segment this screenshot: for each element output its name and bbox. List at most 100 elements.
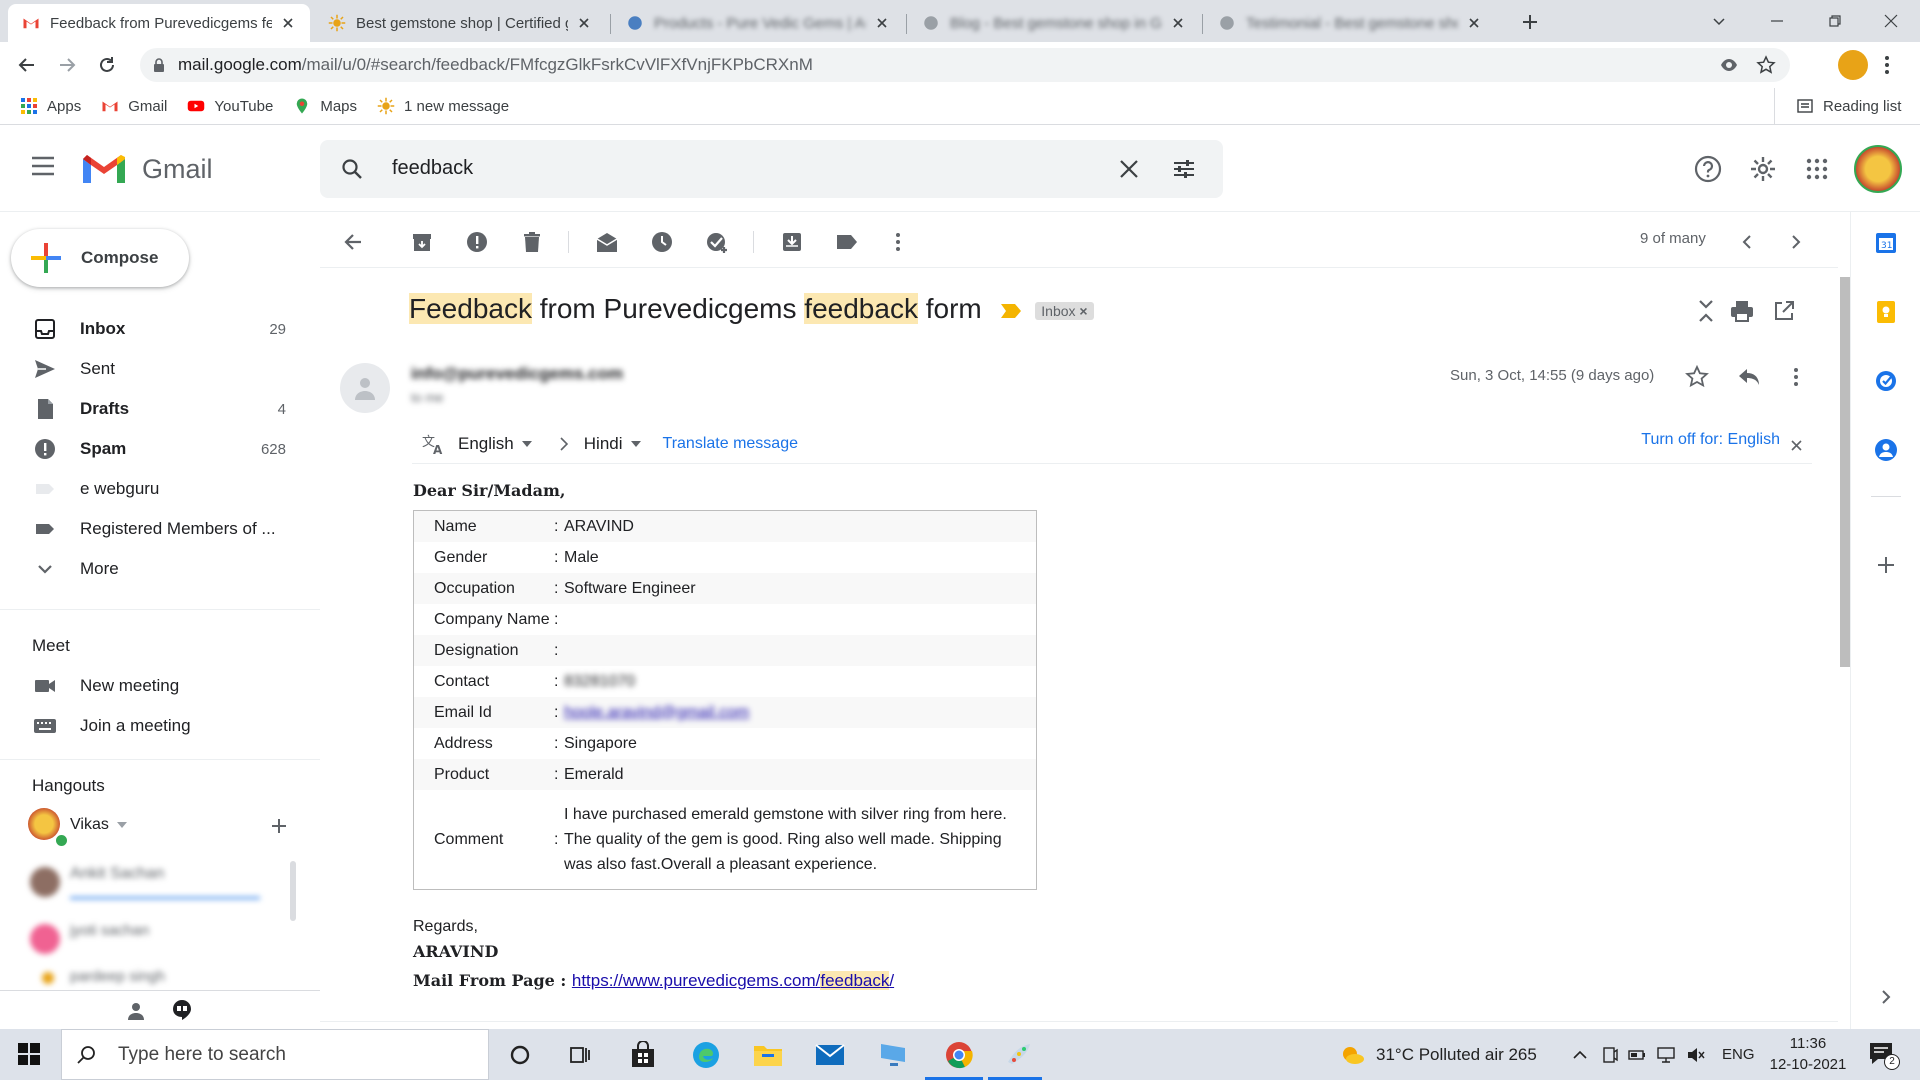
snooze-button[interactable] [646, 226, 678, 258]
sender-avatar[interactable] [340, 363, 390, 413]
delete-button[interactable] [516, 226, 548, 258]
hangouts-contact-2[interactable]: jyoti sachan [24, 916, 300, 966]
bookmark-youtube[interactable]: YouTube [187, 97, 273, 115]
sender-email[interactable]: info@purevedicgems.com [411, 364, 623, 384]
browser-tab-testimonial[interactable]: Testimonial - Best gemstone sho [1204, 4, 1496, 42]
close-tab-icon[interactable] [874, 15, 890, 31]
tasks-icon[interactable] [1874, 369, 1898, 393]
importance-marker-icon[interactable] [1000, 303, 1022, 319]
back-button[interactable] [13, 51, 41, 79]
bookmark-gmail[interactable]: Gmail [101, 97, 167, 115]
sidebar-item-more[interactable]: More [0, 549, 300, 589]
browser-tab-products[interactable]: Products - Pure Vedic Gems | Au [612, 4, 904, 42]
taskbar-search-box[interactable]: Type here to search [61, 1029, 489, 1080]
report-spam-button[interactable] [461, 226, 493, 258]
volume-muted-icon[interactable] [1686, 1047, 1706, 1063]
mail-search-bar[interactable]: feedback [320, 140, 1223, 198]
file-explorer-app[interactable] [750, 1037, 786, 1073]
search-icon[interactable] [340, 157, 364, 181]
sidebar-item-inbox[interactable]: Inbox 29 [0, 309, 300, 349]
keep-notes-icon[interactable] [1874, 300, 1898, 324]
google-apps-icon[interactable] [1805, 157, 1829, 181]
close-tab-icon[interactable] [1170, 15, 1186, 31]
add-contact-icon[interactable] [270, 817, 288, 835]
close-icon[interactable] [1791, 440, 1802, 451]
edge-browser-app[interactable] [688, 1037, 724, 1073]
bookmark-star-icon[interactable] [1756, 55, 1776, 75]
hangouts-scrollbar[interactable] [290, 861, 296, 921]
taskbar-clock[interactable]: 11:36 12-10-2021 [1758, 1033, 1858, 1075]
chevron-up-icon[interactable] [1572, 1050, 1588, 1060]
task-view-button[interactable] [562, 1037, 598, 1073]
browser-tab-gmail[interactable]: Feedback from Purevedicgems fe [8, 4, 310, 42]
browser-tab-blog[interactable]: Blog - Best gemstone shop in Gr [908, 4, 1200, 42]
older-button[interactable] [1780, 226, 1812, 258]
bookmark-maps[interactable]: Maps [293, 97, 357, 115]
clear-search-icon[interactable] [1118, 158, 1140, 180]
account-avatar[interactable] [1854, 145, 1902, 193]
join-meeting-button[interactable]: Join a meeting [0, 706, 300, 746]
sidebar-item-registered-members[interactable]: Registered Members of ... [0, 509, 300, 549]
hangouts-quote-icon[interactable] [172, 999, 192, 1021]
mail-from-link[interactable]: https://www.purevedicgems.com/feedback/ [572, 971, 894, 990]
get-addons-plus-icon[interactable] [1876, 555, 1896, 575]
main-menu-button[interactable] [30, 155, 56, 177]
message-scrollbar-thumb[interactable] [1840, 277, 1850, 667]
close-tab-icon[interactable] [280, 15, 296, 31]
close-window-button[interactable] [1862, 0, 1920, 42]
hangouts-user-menu[interactable]: Vikas [70, 816, 127, 834]
collapse-all-icon[interactable] [1695, 299, 1717, 323]
notification-center-button[interactable]: 2 [1868, 1041, 1900, 1070]
hangouts-contact-1[interactable]: Ankit Sachan [24, 861, 300, 921]
settings-gear-icon[interactable] [1749, 155, 1777, 183]
sidebar-item-drafts[interactable]: Drafts 4 [0, 389, 300, 429]
remote-desktop-app[interactable] [875, 1037, 911, 1073]
gmail-logo[interactable]: Gmail [80, 151, 213, 187]
sidebar-item-spam[interactable]: Spam 628 [0, 429, 300, 469]
search-options-icon[interactable] [1172, 157, 1196, 181]
new-meeting-button[interactable]: New meeting [0, 666, 300, 706]
more-vertical-icon[interactable] [1793, 367, 1799, 387]
newer-button[interactable] [1731, 226, 1763, 258]
close-tab-icon[interactable] [576, 15, 592, 31]
bookmark-apps[interactable]: Apps [20, 97, 81, 115]
target-language-select[interactable]: Hindi [584, 434, 641, 454]
minimize-button[interactable] [1748, 0, 1806, 42]
network-icon[interactable] [1656, 1046, 1676, 1063]
back-to-search-button[interactable] [337, 226, 369, 258]
sidebar-item-sent[interactable]: Sent [0, 349, 300, 389]
calendar-icon[interactable]: 31 [1874, 231, 1898, 255]
translate-message-link[interactable]: Translate message [663, 435, 798, 453]
bookmark-new-message[interactable]: 1 new message [377, 97, 509, 115]
add-to-tasks-button[interactable] [701, 226, 733, 258]
new-tab-button[interactable] [1518, 10, 1542, 34]
reading-list-button[interactable]: Reading list [1796, 97, 1901, 115]
sidebar-item-e-webguru[interactable]: e webguru [0, 469, 300, 509]
labels-button[interactable] [831, 226, 863, 258]
move-to-button[interactable] [776, 226, 808, 258]
start-button[interactable] [18, 1043, 40, 1065]
mail-app[interactable] [812, 1037, 848, 1073]
reload-button[interactable] [93, 51, 121, 79]
reply-icon[interactable] [1737, 367, 1761, 387]
source-language-select[interactable]: English [458, 434, 532, 454]
browser-tab-gemstone-shop[interactable]: Best gemstone shop | Certified g [314, 4, 606, 42]
tab-search-button[interactable] [1690, 0, 1748, 42]
contacts-icon[interactable] [1874, 438, 1898, 462]
turn-off-translation-link[interactable]: Turn off for: English [1641, 431, 1780, 449]
address-bar[interactable]: mail.google.com/mail/u/0/#search/feedbac… [140, 48, 1790, 82]
star-icon[interactable] [1685, 365, 1709, 389]
weather-widget[interactable]: 31°C Polluted air 265 [1338, 1029, 1537, 1080]
profile-avatar[interactable] [1838, 50, 1868, 80]
recipient-line[interactable]: to me [411, 390, 444, 405]
restore-button[interactable] [1806, 0, 1864, 42]
mark-unread-button[interactable] [591, 226, 623, 258]
compose-button[interactable]: Compose [11, 229, 189, 287]
close-tab-icon[interactable] [1466, 15, 1482, 31]
battery-icon[interactable] [1628, 1048, 1646, 1062]
search-input[interactable]: feedback [392, 157, 473, 180]
meet-now-icon[interactable] [1602, 1046, 1618, 1064]
open-in-new-window-icon[interactable] [1773, 300, 1795, 322]
remove-label-icon[interactable]: × [1079, 303, 1087, 319]
inbox-label-chip[interactable]: Inbox × [1035, 301, 1094, 320]
